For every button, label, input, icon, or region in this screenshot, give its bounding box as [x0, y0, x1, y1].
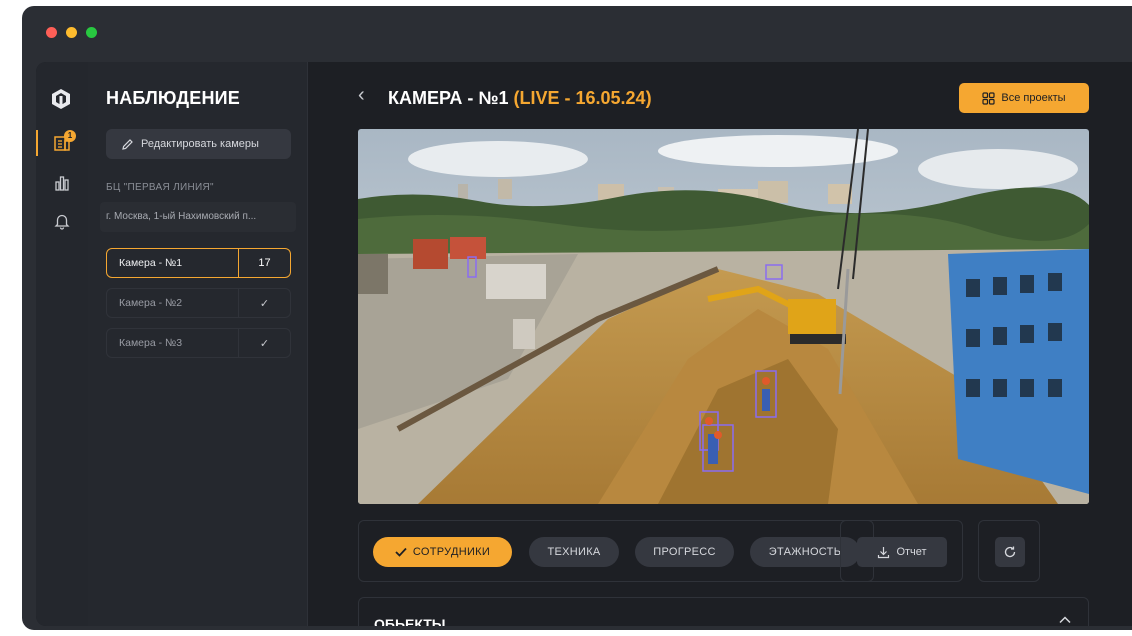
camera-item-2[interactable]: Камера - №2 ✓: [106, 288, 291, 318]
minimize-window-button[interactable]: [66, 27, 77, 38]
report-button[interactable]: Отчет: [857, 537, 947, 567]
all-projects-label: Все проекты: [1001, 92, 1066, 104]
camera-label: Камера - №1: [119, 257, 183, 269]
filter-label: СОТРУДНИКИ: [412, 546, 491, 558]
objects-title: ОБЬЕКТЫ: [374, 616, 446, 626]
camera-item-1[interactable]: Камера - №1 17: [106, 248, 291, 278]
close-window-button[interactable]: [46, 27, 57, 38]
nav-notifications[interactable]: [36, 204, 88, 238]
report-section: Отчет: [840, 520, 963, 582]
check-icon: [395, 547, 407, 557]
edit-cameras-label: Редактировать камеры: [141, 138, 259, 150]
app-window: 1 НАБЛЮДЕНИЕ Редактировать камеры БЦ "ПЕ…: [22, 6, 1132, 630]
live-date: (LIVE - 16.05.24): [513, 88, 652, 108]
report-label: Отчет: [896, 546, 927, 558]
all-projects-button[interactable]: Все проекты: [959, 83, 1089, 113]
camera-item-3[interactable]: Камера - №3 ✓: [106, 328, 291, 358]
icon-rail: 1: [36, 62, 88, 626]
check-icon: ✓: [238, 329, 290, 357]
bell-icon: [54, 214, 70, 230]
filter-label: ТЕХНИКА: [547, 546, 601, 558]
camera-count: 17: [238, 249, 290, 277]
maximize-window-button[interactable]: [86, 27, 97, 38]
app-body: 1 НАБЛЮДЕНИЕ Редактировать камеры БЦ "ПЕ…: [36, 62, 1132, 626]
refresh-section: [978, 520, 1040, 582]
edit-cameras-button[interactable]: Редактировать камеры: [106, 129, 291, 159]
objects-section[interactable]: ОБЬЕКТЫ: [358, 597, 1089, 626]
cameras-panel: НАБЛЮДЕНИЕ Редактировать камеры БЦ "ПЕРВ…: [88, 62, 308, 626]
window-controls: [46, 27, 97, 38]
filter-label: ЭТАЖНОСТЬ: [768, 546, 842, 558]
back-chevron-icon[interactable]: ‹: [358, 84, 365, 107]
filter-employees[interactable]: СОТРУДНИКИ: [373, 537, 512, 567]
page-title: КАМЕРА - №1 (LIVE - 16.05.24): [388, 88, 652, 109]
download-icon: [878, 546, 890, 558]
camera-label: Камера - №2: [119, 297, 183, 309]
refresh-icon: [1004, 546, 1016, 558]
chart-icon: [55, 176, 69, 191]
filter-toolbar: СОТРУДНИКИ ТЕХНИКА ПРОГРЕСС ЭТАЖНОСТЬ: [358, 520, 874, 582]
nav-analytics[interactable]: [36, 166, 88, 200]
filter-equipment[interactable]: ТЕХНИКА: [529, 537, 619, 567]
logo-icon: [52, 89, 70, 109]
nav-projects[interactable]: 1: [36, 126, 88, 160]
check-icon: ✓: [238, 289, 290, 317]
pencil-icon: [122, 138, 133, 150]
refresh-button[interactable]: [995, 537, 1025, 567]
camera-label: Камера - №3: [119, 337, 183, 349]
filter-label: ПРОГРЕСС: [653, 546, 716, 558]
panel-title: НАБЛЮДЕНИЕ: [106, 88, 241, 108]
camera-title: КАМЕРА - №1: [388, 88, 509, 108]
grid-icon: [982, 91, 995, 105]
project-address: г. Москва, 1-ый Нахимовский п...: [100, 202, 296, 232]
camera-feed[interactable]: [358, 129, 1089, 504]
project-name: БЦ "ПЕРВАЯ ЛИНИЯ": [106, 182, 214, 193]
filter-progress[interactable]: ПРОГРЕСС: [635, 537, 734, 567]
chevron-up-icon[interactable]: [1057, 612, 1073, 626]
notification-badge: 1: [64, 130, 76, 142]
main-area: ‹ КАМЕРА - №1 (LIVE - 16.05.24) Все прое…: [308, 62, 1132, 626]
